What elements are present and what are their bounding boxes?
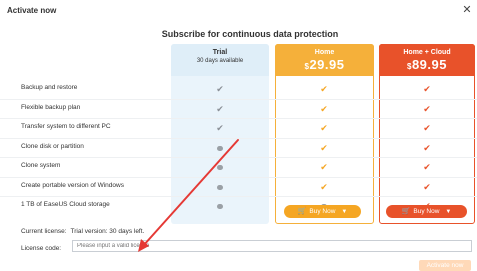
close-icon[interactable]: ✕	[461, 4, 473, 16]
subscription-heading: Subscribe for continuous data protection	[161, 29, 339, 39]
check-icon: ✔	[320, 181, 328, 192]
feature-label: 1 TB of EaseUS Cloud storage	[21, 201, 110, 208]
current-license-value: Trial version: 30 days left.	[70, 228, 145, 235]
check-icon: ✔	[320, 142, 328, 153]
feature-row: Create portable version of Windows ✔ ✔	[0, 176, 477, 197]
home-buy-label: Buy Now	[309, 208, 336, 215]
check-icon: ✔	[216, 103, 224, 114]
chevron-down-icon: ▼	[445, 209, 452, 215]
cloud-buy-now-button[interactable]: 🛒 Buy Now ▼	[386, 205, 467, 218]
feature-row: Clone system ✔ ✔	[0, 157, 477, 177]
check-icon: ✔	[423, 123, 431, 133]
check-icon: ✔	[423, 181, 431, 192]
check-icon: ✔	[216, 84, 224, 94]
trial-plan-name: Trial	[212, 49, 228, 56]
unavailable-dot-icon	[214, 161, 226, 173]
check-icon: ✔	[423, 103, 431, 114]
unavailable-dot-icon	[214, 181, 226, 193]
home-price-value: 29.95	[309, 57, 345, 72]
current-license: Current license: Trial version: 30 days l…	[21, 228, 144, 235]
license-code-input[interactable]	[72, 240, 472, 252]
title-bar: Activate now ✕	[0, 0, 477, 22]
license-code-label: License code:	[21, 245, 62, 252]
check-icon: ✔	[320, 84, 328, 94]
current-license-label: Current license:	[21, 228, 67, 235]
check-icon: ✔	[320, 123, 328, 133]
activate-now-button[interactable]: Activate now	[419, 260, 471, 271]
feature-label: Backup and restore	[21, 84, 78, 91]
home-plan-name: Home	[314, 49, 335, 56]
cloud-buy-label: Buy Now	[413, 208, 440, 215]
feature-label: Create portable version of Windows	[21, 181, 124, 189]
cloud-price-value: 89.95	[411, 57, 447, 72]
feature-table: Backup and restore ✔ ✔ ✔ Flexible backup pla…	[0, 80, 477, 216]
check-icon: ✔	[320, 103, 328, 114]
feature-label: Flexible backup plan	[21, 103, 81, 111]
trial-plan-header: Trial 30 days available	[171, 44, 269, 76]
trial-plan-duration: 30 days available	[196, 58, 244, 64]
check-icon: ✔	[320, 162, 328, 172]
chevron-down-icon: ▼	[341, 209, 348, 215]
check-icon: ✔	[216, 123, 224, 133]
home-plan-price: $29.95	[275, 57, 374, 72]
feature-row: Flexible backup plan ✔ ✔ ✔	[0, 98, 477, 119]
feature-row: Clone disk or partition ✔ ✔	[0, 137, 477, 158]
feature-row: Backup and restore ✔ ✔ ✔	[0, 80, 477, 99]
feature-label: Clone disk or partition	[21, 142, 84, 150]
check-icon: ✔	[423, 84, 431, 94]
cloud-plan-name: Home + Cloud	[403, 49, 451, 56]
feature-label: Transfer system to different PC	[21, 123, 111, 130]
cart-icon: 🛒	[297, 208, 307, 215]
feature-label: Clone system	[21, 162, 61, 169]
unavailable-dot-icon	[214, 142, 226, 154]
cloud-plan-header: Home + Cloud $89.95	[379, 44, 475, 76]
home-plan-header: Home $29.95	[275, 44, 374, 76]
check-icon: ✔	[423, 162, 431, 172]
window-title: Activate now	[7, 6, 57, 15]
cart-icon: 🛒	[401, 208, 411, 215]
check-icon: ✔	[423, 142, 431, 153]
unavailable-dot-icon	[214, 200, 226, 212]
feature-row: Transfer system to different PC ✔ ✔ ✔	[0, 118, 477, 138]
cloud-plan-price: $89.95	[379, 57, 475, 72]
home-buy-now-button[interactable]: 🛒 Buy Now ▼	[284, 205, 361, 218]
